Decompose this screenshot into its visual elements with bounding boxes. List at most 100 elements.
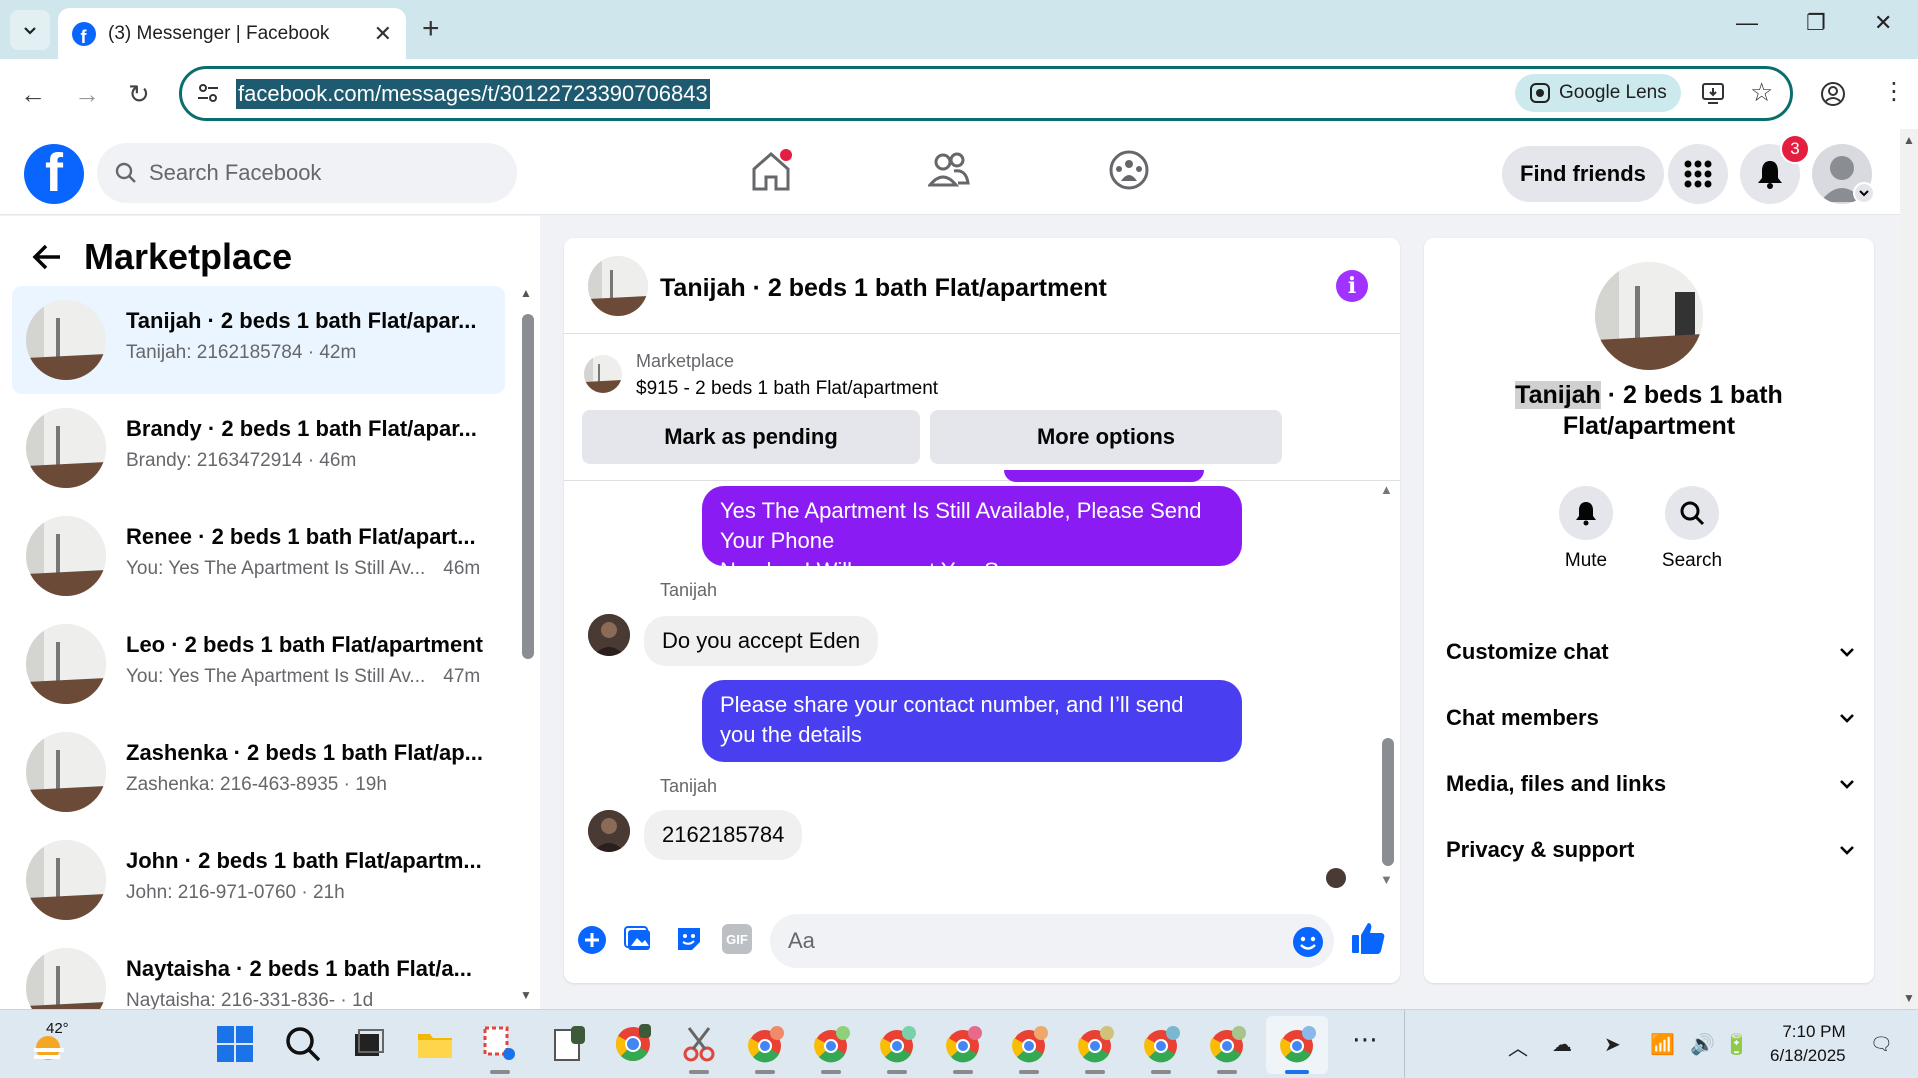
- sticker-icon[interactable]: [674, 924, 704, 954]
- file-explorer-icon[interactable]: [415, 1024, 455, 1064]
- conversation-item[interactable]: John · 2 beds 1 bath Flat/apartm... John…: [12, 826, 505, 934]
- outgoing-message-bubble[interactable]: Yes The Apartment Is Still Available, Pl…: [702, 486, 1242, 583]
- taskbar-running-indicator: [1019, 1070, 1039, 1074]
- chrome-profile-icon[interactable]: [1009, 1024, 1049, 1064]
- mark-as-pending-button[interactable]: Mark as pending: [582, 410, 920, 464]
- chat-listing-avatar[interactable]: [588, 256, 648, 316]
- chat-scrollbar[interactable]: [1382, 738, 1394, 866]
- friends-icon[interactable]: [928, 149, 970, 191]
- listing-price[interactable]: $915 - 2 beds 1 bath Flat/apartment: [636, 378, 938, 400]
- new-tab-icon[interactable]: +: [422, 12, 440, 46]
- home-icon[interactable]: [750, 149, 792, 193]
- back-icon[interactable]: ←: [20, 79, 46, 110]
- google-lens-button[interactable]: Google Lens: [1515, 74, 1681, 112]
- gif-icon[interactable]: GIF: [722, 924, 752, 954]
- groups-icon[interactable]: [1108, 149, 1150, 191]
- menu-grid-icon[interactable]: [1668, 144, 1728, 204]
- page-scroll-up-icon[interactable]: ▲: [1903, 133, 1915, 147]
- chrome-profile-icon[interactable]: [1207, 1024, 1247, 1064]
- chrome-profile-icon[interactable]: [877, 1024, 917, 1064]
- minimize-icon[interactable]: —: [1736, 10, 1758, 36]
- battery-icon[interactable]: 🔋: [1724, 1032, 1749, 1057]
- more-actions-plus-icon[interactable]: [576, 924, 608, 956]
- emoji-icon[interactable]: [1292, 926, 1324, 958]
- conversation-item[interactable]: Renee · 2 beds 1 bath Flat/apart... You:…: [12, 502, 505, 610]
- conversation-item[interactable]: Naytaisha · 2 beds 1 bath Flat/a... Nayt…: [12, 934, 505, 1009]
- chrome-profile-icon[interactable]: [811, 1024, 851, 1064]
- customize-chat-section[interactable]: Customize chat: [1446, 632, 1856, 672]
- paint-scissors-icon[interactable]: [679, 1024, 719, 1064]
- chrome-icon[interactable]: [613, 1024, 653, 1064]
- chat-scroll-up-icon[interactable]: ▲: [1380, 482, 1393, 497]
- conversation-item[interactable]: Tanijah · 2 beds 1 bath Flat/apar... Tan…: [12, 286, 505, 394]
- chrome-profile-icon[interactable]: [1141, 1024, 1181, 1064]
- conversation-list-scrollbar[interactable]: [522, 314, 534, 659]
- conversation-preview: You: Yes The Apartment Is Still Av... 47m: [126, 666, 481, 687]
- chat-scroll-down-icon[interactable]: ▼: [1380, 872, 1393, 887]
- location-arrow-icon[interactable]: ➤: [1604, 1032, 1621, 1057]
- page-scroll-down-icon[interactable]: ▼: [1903, 991, 1915, 1005]
- restore-icon[interactable]: ❐: [1806, 10, 1826, 36]
- windows-start-icon[interactable]: [215, 1024, 255, 1064]
- sender-avatar[interactable]: [588, 614, 630, 656]
- chrome-profile-icon[interactable]: [943, 1024, 983, 1064]
- install-app-icon[interactable]: [1701, 81, 1727, 107]
- account-chevron-icon[interactable]: [1853, 182, 1875, 204]
- profile-icon[interactable]: [1820, 81, 1846, 107]
- forward-icon[interactable]: →: [74, 79, 100, 110]
- conversation-avatar: [1595, 262, 1703, 370]
- chat-members-section[interactable]: Chat members: [1446, 698, 1856, 738]
- browser-menu-icon[interactable]: ⋮: [1882, 77, 1906, 106]
- notification-center-icon[interactable]: 🗨: [1870, 1034, 1893, 1055]
- conversation-preview: You: Yes The Apartment Is Still Av... 46m: [126, 558, 481, 579]
- url-text[interactable]: facebook.com/messages/t/3012272339070684…: [236, 79, 710, 109]
- onedrive-cloud-icon[interactable]: ☁: [1552, 1032, 1572, 1057]
- mute-button[interactable]: Mute: [1546, 486, 1626, 572]
- snipping-tool-icon[interactable]: [481, 1024, 521, 1064]
- search-facebook-input[interactable]: Search Facebook: [97, 143, 517, 203]
- site-info-icon[interactable]: [196, 81, 220, 105]
- like-thumbs-up-icon[interactable]: [1350, 920, 1386, 956]
- incoming-message-bubble[interactable]: 2162185784: [644, 810, 803, 860]
- chrome-profile-icon[interactable]: [745, 1024, 785, 1064]
- chrome-profile-icon[interactable]: [1277, 1024, 1317, 1064]
- scroll-down-arrow-icon[interactable]: ▼: [520, 988, 532, 1002]
- media-files-links-section[interactable]: Media, files and links: [1446, 764, 1856, 804]
- back-arrow-icon[interactable]: [30, 240, 64, 274]
- notepad-icon[interactable]: [549, 1024, 589, 1064]
- search-icon[interactable]: [283, 1024, 323, 1064]
- conversation-item[interactable]: Brandy · 2 beds 1 bath Flat/apar... Bran…: [12, 394, 505, 502]
- reload-icon[interactable]: ↻: [128, 79, 150, 110]
- mute-label: Mute: [1564, 550, 1608, 571]
- chrome-profile-icon[interactable]: [1075, 1024, 1115, 1064]
- address-bar[interactable]: facebook.com/messages/t/3012272339070684…: [179, 66, 1793, 121]
- browser-tab-messenger[interactable]: f (3) Messenger | Facebook ✕: [58, 8, 406, 59]
- incoming-message-bubble[interactable]: Do you accept Eden: [644, 616, 879, 666]
- outgoing-message-bubble[interactable]: Please share your contact number, and I’…: [702, 680, 1242, 770]
- close-window-icon[interactable]: ✕: [1874, 10, 1892, 36]
- sender-avatar[interactable]: [588, 810, 630, 852]
- message-input[interactable]: Aa: [770, 914, 1334, 968]
- tab-search-dropdown-icon[interactable]: [10, 10, 50, 50]
- wifi-icon[interactable]: 📶: [1650, 1032, 1675, 1057]
- conversation-item[interactable]: Zashenka · 2 beds 1 bath Flat/ap... Zash…: [12, 718, 505, 826]
- tab-close-icon[interactable]: ✕: [374, 21, 392, 47]
- facebook-logo-icon[interactable]: f: [24, 144, 84, 204]
- attach-photo-icon[interactable]: [624, 924, 654, 954]
- scroll-up-arrow-icon[interactable]: ▲: [520, 286, 532, 300]
- privacy-support-section[interactable]: Privacy & support: [1446, 830, 1856, 870]
- page-scrollbar[interactable]: ▲ ▼: [1900, 129, 1918, 1009]
- more-apps-icon[interactable]: ⋯: [1352, 1024, 1378, 1055]
- chat-title[interactable]: Tanijah · 2 beds 1 bath Flat/apartment: [660, 274, 1107, 303]
- more-options-button[interactable]: More options: [930, 410, 1282, 464]
- chat-header: Tanijah · 2 beds 1 bath Flat/apartment i: [564, 238, 1400, 334]
- bookmark-star-icon[interactable]: ☆: [1750, 77, 1773, 108]
- task-view-icon[interactable]: [349, 1024, 389, 1064]
- search-conversation-button[interactable]: Search: [1652, 486, 1732, 572]
- conversation-item[interactable]: Leo · 2 beds 1 bath Flat/apartment You: …: [12, 610, 505, 718]
- volume-icon[interactable]: 🔊: [1690, 1032, 1715, 1057]
- clock[interactable]: 7:10 PM 6/18/2025: [1770, 1020, 1846, 1068]
- show-hidden-icons-chevron-icon[interactable]: ︿: [1508, 1032, 1528, 1061]
- conversation-info-icon[interactable]: i: [1336, 270, 1368, 302]
- find-friends-button[interactable]: Find friends: [1502, 146, 1664, 202]
